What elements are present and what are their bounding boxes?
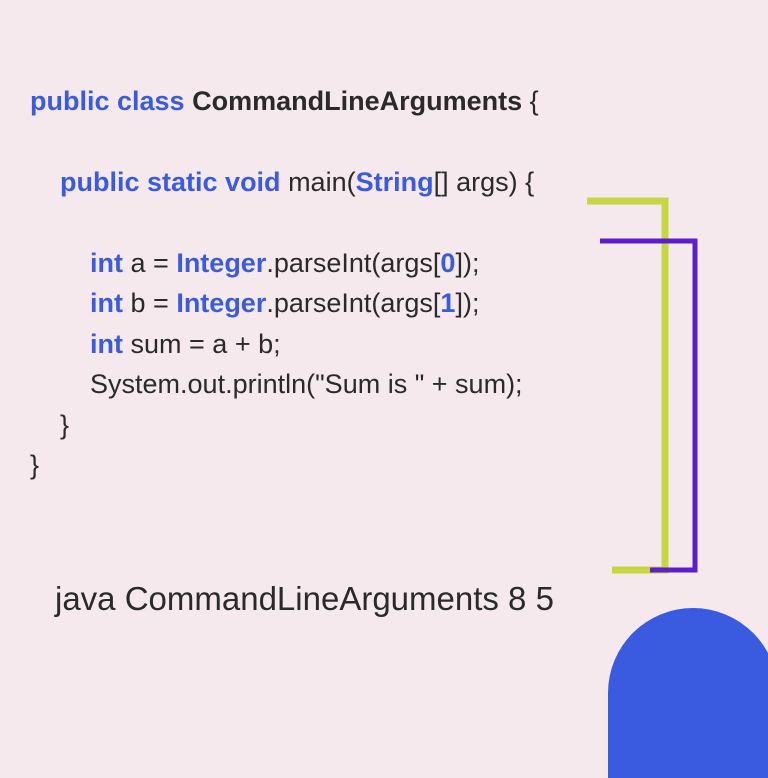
decorative-arch [608,608,768,778]
code-line-2: public static void main(String[] args) { [30,167,534,197]
code-line-3: int a = Integer.parseInt(args[0]); [30,248,479,278]
code-line-1: public class CommandLineArguments { [30,86,539,116]
code-block: public class CommandLineArguments { publ… [0,0,768,486]
code-line-6: System.out.println("Sum is " + sum); [30,369,523,399]
code-line-7: } [30,410,69,440]
code-line-8: } [30,450,39,480]
command-line: java CommandLineArguments 8 5 [55,580,554,618]
code-line-5: int sum = a + b; [30,329,281,359]
code-line-4: int b = Integer.parseInt(args[1]); [30,288,479,318]
